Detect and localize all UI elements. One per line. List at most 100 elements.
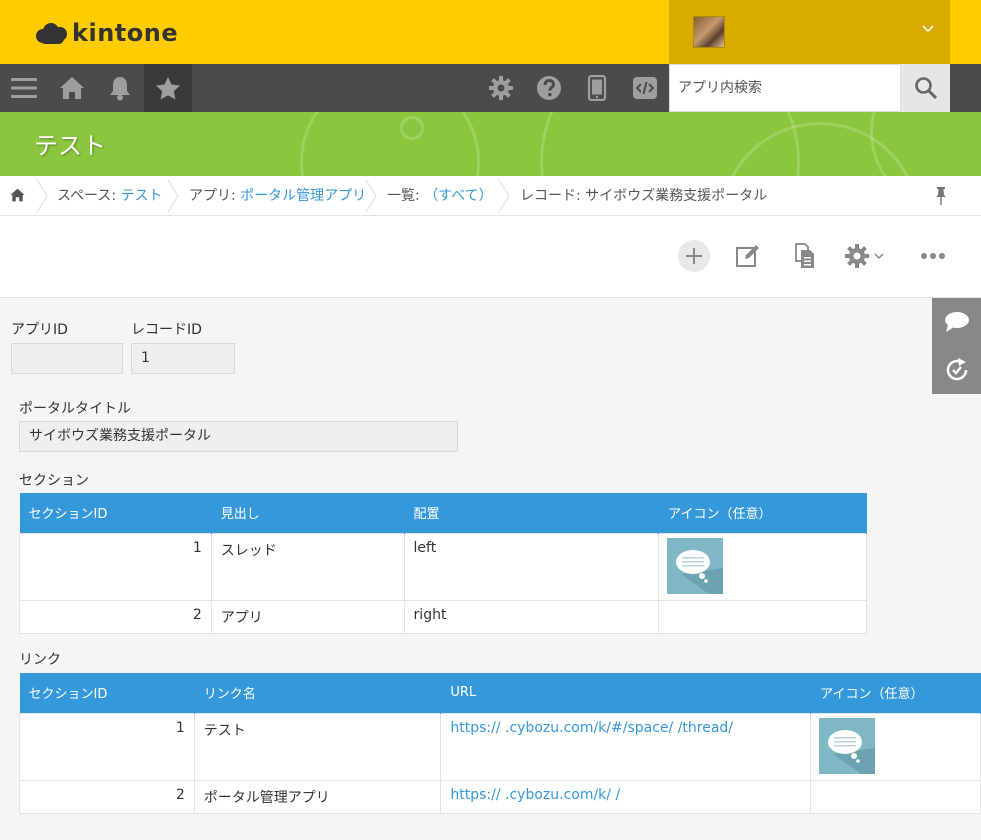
link-url[interactable]: https:// .cybozu.com/k/#/space/ /thread/ — [450, 720, 733, 736]
breadcrumb: スペース: テスト アプリ: ポータル管理アプリ 一覧: （すべて） レコード:… — [0, 176, 981, 216]
section-id-cell: 1 — [19, 532, 212, 601]
column-header: セクションID — [19, 493, 212, 533]
global-navbar — [0, 64, 981, 112]
topbar-edge — [950, 0, 981, 64]
gear-icon — [845, 244, 869, 268]
breadcrumb-record: レコード: サイボウズ業務支援ポータル — [520, 188, 768, 204]
section-placement-cell: right — [403, 599, 660, 634]
menu-icon — [11, 78, 37, 98]
column-header: アイコン（任意） — [810, 673, 981, 713]
section-icon-cell — [658, 599, 867, 634]
thread-thumbnail[interactable] — [819, 717, 876, 774]
record-settings-button[interactable] — [844, 240, 892, 272]
api-button[interactable] — [621, 64, 669, 112]
record-toolbar — [0, 216, 981, 298]
link-icon-cell — [810, 712, 981, 781]
favorites-button[interactable] — [144, 64, 192, 112]
link-table-label: リンク — [19, 652, 61, 668]
top-header: kintone — [0, 0, 981, 64]
table-header-row: セクションID リンク名 URL アイコン（任意） — [19, 673, 981, 713]
edit-record-button[interactable] — [732, 240, 764, 272]
add-record-button[interactable] — [678, 240, 710, 272]
help-icon — [537, 76, 561, 100]
section-heading-cell: アプリ — [210, 599, 405, 634]
mobile-icon — [587, 75, 607, 101]
decoration — [870, 112, 981, 176]
comments-button[interactable] — [932, 298, 981, 346]
column-header: アイコン（任意） — [658, 493, 867, 533]
avatar[interactable] — [693, 16, 725, 48]
link-name-cell: ポータル管理アプリ — [193, 779, 442, 814]
decoration — [300, 112, 480, 176]
link-icon-cell — [810, 779, 981, 814]
app-search-box[interactable] — [669, 64, 901, 112]
breadcrumb-app-link[interactable]: ポータル管理アプリ — [240, 188, 366, 204]
section-table: セクションID 見出し 配置 アイコン（任意） 1 スレッド left 2 アプ… — [19, 493, 867, 634]
portal-title-field: サイボウズ業務支援ポータル — [19, 421, 458, 452]
section-table-label: セクション — [19, 473, 89, 489]
section-icon-cell — [658, 532, 867, 601]
breadcrumb-view-link[interactable]: （すべて） — [424, 188, 492, 204]
app-id-field — [11, 343, 123, 374]
more-options-button[interactable] — [917, 240, 949, 272]
comment-icon — [944, 312, 969, 332]
cloud-logo-icon — [36, 22, 68, 44]
logo-text: kintone — [72, 19, 179, 47]
history-button[interactable] — [932, 346, 981, 394]
link-url-cell: https:// .cybozu.com/k/ / — [440, 779, 812, 814]
search-input[interactable] — [670, 65, 900, 111]
column-header: URL — [440, 673, 812, 713]
duplicate-record-button[interactable] — [789, 240, 821, 272]
column-header: 配置 — [404, 493, 660, 533]
breadcrumb-space-link[interactable]: テスト — [121, 188, 163, 204]
bell-icon — [110, 77, 130, 101]
history-icon — [946, 358, 967, 381]
notification-button[interactable] — [96, 64, 144, 112]
section-heading-cell: スレッド — [210, 532, 405, 601]
breadcrumb-app-prefix: アプリ: — [189, 188, 241, 204]
code-icon — [633, 77, 657, 99]
duplicate-icon — [795, 243, 814, 268]
breadcrumb-separator — [365, 180, 377, 212]
link-url-cell: https:// .cybozu.com/k/#/space/ /thread/ — [440, 712, 812, 781]
chevron-down-icon[interactable] — [922, 22, 934, 34]
more-icon — [921, 253, 945, 259]
breadcrumb-space-prefix: スペース: — [57, 188, 121, 204]
breadcrumb-home[interactable] — [10, 176, 25, 216]
section-id-cell: 2 — [19, 599, 212, 634]
home-icon — [10, 188, 25, 202]
gear-icon — [489, 76, 513, 100]
search-button[interactable] — [901, 64, 950, 112]
navbar-edge — [950, 64, 981, 112]
section-placement-cell: left — [403, 532, 660, 601]
record-id-field: 1 — [131, 343, 235, 374]
link-table: セクションID リンク名 URL アイコン（任意） 1 テスト https://… — [19, 673, 981, 814]
pin-icon[interactable] — [934, 186, 948, 206]
link-name-cell: テスト — [193, 712, 442, 781]
table-row: 2 ポータル管理アプリ https:// .cybozu.com/k/ / — [19, 779, 981, 814]
side-panel — [932, 298, 981, 394]
edit-icon — [736, 245, 759, 267]
user-menu[interactable] — [669, 0, 950, 64]
decoration — [400, 116, 424, 140]
table-row: 2 アプリ right — [19, 599, 867, 634]
thread-thumbnail[interactable] — [667, 537, 724, 594]
mobile-button[interactable] — [573, 64, 621, 112]
record-content: アプリID レコードID 1 ポータルタイトル サイボウズ業務支援ポータル セク… — [0, 298, 981, 840]
space-header: テスト — [0, 112, 981, 176]
breadcrumb-view-prefix: 一覧: — [387, 188, 425, 204]
speech-bubble-icon — [828, 729, 876, 774]
breadcrumb-space[interactable]: スペース: テスト — [57, 176, 163, 216]
column-header: セクションID — [19, 673, 195, 713]
kintone-logo[interactable]: kintone — [36, 18, 178, 48]
settings-button[interactable] — [477, 64, 525, 112]
menu-button[interactable] — [0, 64, 48, 112]
breadcrumb-app[interactable]: アプリ: ポータル管理アプリ — [189, 176, 366, 216]
help-button[interactable] — [525, 64, 573, 112]
breadcrumb-view[interactable]: 一覧: （すべて） — [387, 176, 493, 216]
home-button[interactable] — [48, 64, 96, 112]
record-id-label: レコードID — [131, 322, 202, 338]
add-icon — [686, 248, 702, 264]
link-url[interactable]: https:// .cybozu.com/k/ / — [450, 787, 620, 803]
link-section-id-cell: 1 — [19, 712, 195, 781]
